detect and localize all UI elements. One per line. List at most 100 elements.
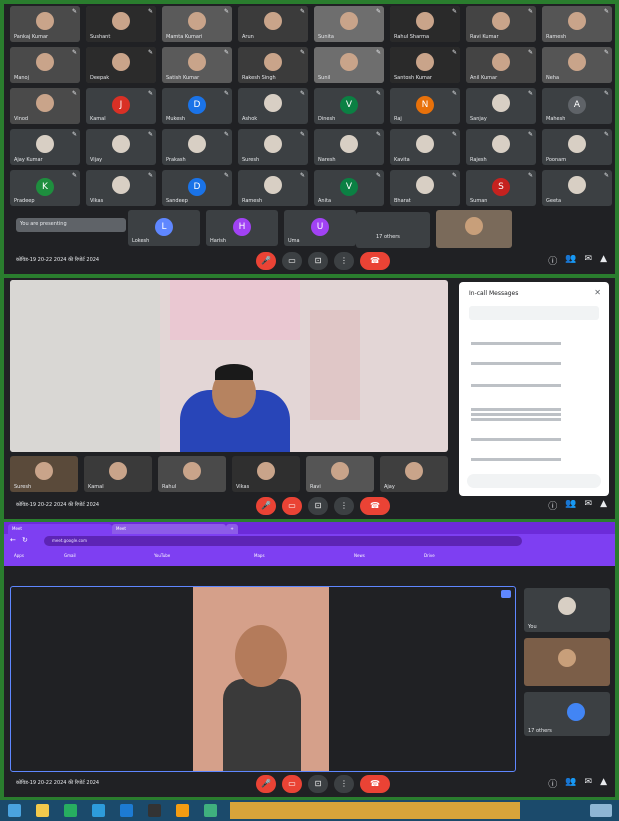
chat-send-input[interactable] bbox=[467, 474, 601, 488]
participant-tile[interactable]: ✎ Rahul Sharma bbox=[390, 6, 460, 42]
camera-button[interactable]: ▭ bbox=[282, 775, 302, 793]
bookmark-item[interactable]: News bbox=[354, 553, 365, 558]
participant-tile[interactable]: ✎ Sunil bbox=[314, 47, 384, 83]
back-icon[interactable]: ← bbox=[10, 536, 16, 544]
bookmark-item[interactable]: Apps bbox=[14, 553, 24, 558]
thumbnail-tile[interactable]: Ravi bbox=[306, 456, 374, 492]
side-participant-tile[interactable] bbox=[524, 638, 610, 686]
chat-icon[interactable]: ✉ bbox=[585, 499, 593, 512]
participant-tile[interactable]: H Harish bbox=[206, 210, 278, 246]
participant-tile[interactable]: N ✎ Raj bbox=[390, 88, 460, 124]
participant-tile[interactable]: ✎ Sushant bbox=[86, 6, 156, 42]
participant-tile[interactable]: ✎ Poonam bbox=[542, 129, 612, 165]
participant-tile-self[interactable] bbox=[436, 210, 512, 248]
camera-button[interactable]: ▭ bbox=[282, 252, 302, 270]
participant-tile[interactable]: ✎ Manoj bbox=[10, 47, 80, 83]
mic-button[interactable]: 🎤 bbox=[256, 252, 276, 270]
activities-icon[interactable]: ▲ bbox=[600, 499, 607, 512]
participant-tile[interactable]: ✎ Deepak bbox=[86, 47, 156, 83]
chrome-icon[interactable] bbox=[204, 804, 217, 817]
participant-tile[interactable]: ✎ Pankaj Kumar bbox=[10, 6, 80, 42]
edge-icon[interactable] bbox=[120, 804, 133, 817]
chat-icon[interactable]: ✉ bbox=[585, 777, 593, 790]
participant-tile[interactable]: S ✎ Suman bbox=[466, 170, 536, 206]
info-icon[interactable]: ⓘ bbox=[548, 254, 557, 267]
reload-icon[interactable]: ↻ bbox=[22, 536, 28, 544]
info-icon[interactable]: ⓘ bbox=[548, 499, 557, 512]
participant-tile[interactable]: U Uma bbox=[284, 210, 356, 246]
camera-button[interactable]: ▭ bbox=[282, 497, 302, 515]
people-icon[interactable]: 👥 bbox=[565, 777, 576, 790]
mic-button[interactable]: 🎤 bbox=[256, 497, 276, 515]
participant-tile[interactable]: V ✎ Dinesh bbox=[314, 88, 384, 124]
participant-tile[interactable]: ✎ Rajesh bbox=[466, 129, 536, 165]
close-icon[interactable]: ✕ bbox=[594, 288, 601, 297]
participant-tile[interactable]: ✎ Vikas bbox=[86, 170, 156, 206]
participant-tile[interactable]: ✎ Vinod bbox=[10, 88, 80, 124]
start-icon[interactable] bbox=[8, 804, 21, 817]
participant-tile[interactable]: K ✎ Pradeep bbox=[10, 170, 80, 206]
participant-tile[interactable]: ✎ Naresh bbox=[314, 129, 384, 165]
activities-icon[interactable]: ▲ bbox=[600, 254, 607, 267]
participant-tile-others[interactable]: 17 others bbox=[356, 212, 430, 248]
people-icon[interactable]: 👥 bbox=[565, 499, 576, 512]
participant-tile[interactable]: ✎ Bharat bbox=[390, 170, 460, 206]
participant-tile[interactable]: ✎ Mamta Kumari bbox=[162, 6, 232, 42]
side-participant-tile-others[interactable]: 17 others bbox=[524, 692, 610, 736]
activities-icon[interactable]: ▲ bbox=[600, 777, 607, 790]
participant-tile[interactable]: ✎ Satish Kumar bbox=[162, 47, 232, 83]
file-explorer-icon[interactable] bbox=[36, 804, 49, 817]
participant-tile[interactable]: ✎ Sunita bbox=[314, 6, 384, 42]
browser-tab[interactable]: Meet bbox=[8, 524, 112, 534]
participant-tile[interactable]: ✎ Ravi Kumar bbox=[466, 6, 536, 42]
end-call-button[interactable]: ☎ bbox=[360, 775, 390, 793]
chat-icon[interactable]: ✉ bbox=[585, 254, 593, 267]
participant-tile[interactable]: ✎ Ajay Kumar bbox=[10, 129, 80, 165]
people-icon[interactable]: 👥 bbox=[565, 254, 576, 267]
present-button[interactable]: ⊡ bbox=[308, 252, 328, 270]
url-input[interactable]: meet.google.com bbox=[44, 536, 522, 546]
participant-tile[interactable]: A ✎ Mahesh bbox=[542, 88, 612, 124]
info-icon[interactable]: ⓘ bbox=[548, 777, 557, 790]
word-icon[interactable] bbox=[92, 804, 105, 817]
bookmark-item[interactable]: Gmail bbox=[64, 553, 76, 558]
mic-button[interactable]: 🎤 bbox=[256, 775, 276, 793]
browser-tab[interactable]: Meet bbox=[112, 524, 226, 534]
participant-tile[interactable]: ✎ Rakesh Singh bbox=[238, 47, 308, 83]
participant-tile[interactable]: D ✎ Sandeep bbox=[162, 170, 232, 206]
participant-tile[interactable]: ✎ Sanjay bbox=[466, 88, 536, 124]
more-button[interactable]: ⋮ bbox=[334, 775, 354, 793]
participant-tile[interactable]: D ✎ Mukesh bbox=[162, 88, 232, 124]
participant-tile[interactable]: ✎ Ramesh bbox=[542, 6, 612, 42]
more-button[interactable]: ⋮ bbox=[334, 497, 354, 515]
thumbnail-tile[interactable]: Rahul bbox=[158, 456, 226, 492]
present-button[interactable]: ⊡ bbox=[308, 775, 328, 793]
app-icon[interactable] bbox=[176, 804, 189, 817]
thumbnail-tile[interactable]: Suresh bbox=[10, 456, 78, 492]
clock-icon[interactable] bbox=[590, 804, 612, 817]
participant-tile[interactable]: ✎ Arun bbox=[238, 6, 308, 42]
participant-tile[interactable]: ✎ Santosh Kumar bbox=[390, 47, 460, 83]
participant-tile[interactable]: ✎ Kavita bbox=[390, 129, 460, 165]
app-icon[interactable] bbox=[148, 804, 161, 817]
end-call-button[interactable]: ☎ bbox=[360, 252, 390, 270]
bookmark-item[interactable]: YouTube bbox=[154, 553, 170, 558]
thumbnail-tile[interactable]: Vikas bbox=[232, 456, 300, 492]
participant-tile[interactable]: ✎ Ramesh bbox=[238, 170, 308, 206]
bookmark-item[interactable]: Maps bbox=[254, 553, 265, 558]
present-button[interactable]: ⊡ bbox=[308, 497, 328, 515]
side-participant-tile[interactable]: You bbox=[524, 588, 610, 632]
participant-tile[interactable]: ✎ Suresh bbox=[238, 129, 308, 165]
participant-tile[interactable]: ✎ Anil Kumar bbox=[466, 47, 536, 83]
participant-tile[interactable]: ✎ Neha bbox=[542, 47, 612, 83]
participant-tile[interactable]: L Lokesh bbox=[128, 210, 200, 246]
participant-tile[interactable]: V ✎ Anita bbox=[314, 170, 384, 206]
thumbnail-tile[interactable]: Ajay bbox=[380, 456, 448, 492]
participant-tile[interactable]: ✎ Prakash bbox=[162, 129, 232, 165]
excel-icon[interactable] bbox=[64, 804, 77, 817]
participant-tile[interactable]: ✎ Geeta bbox=[542, 170, 612, 206]
end-call-button[interactable]: ☎ bbox=[360, 497, 390, 515]
participant-tile[interactable]: J ✎ Kamal bbox=[86, 88, 156, 124]
more-button[interactable]: ⋮ bbox=[334, 252, 354, 270]
thumbnail-tile[interactable]: Kamal bbox=[84, 456, 152, 492]
